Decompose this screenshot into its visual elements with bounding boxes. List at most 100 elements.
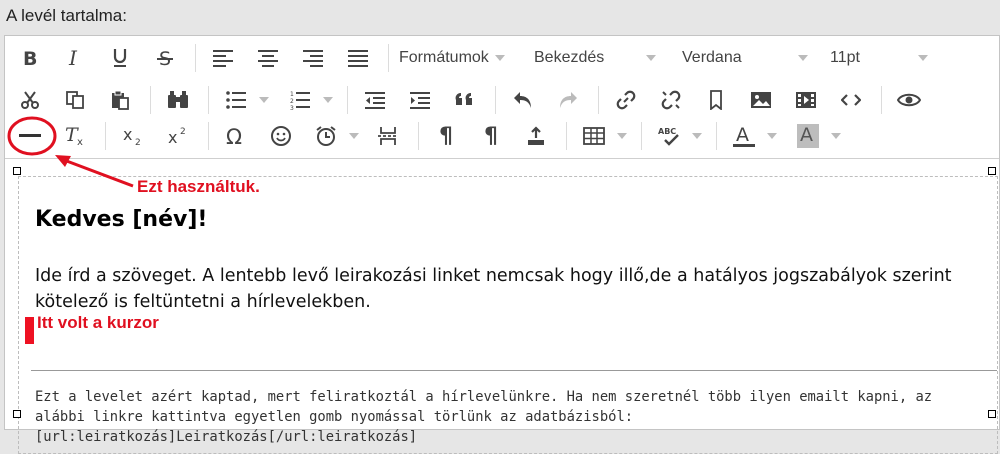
strikethrough-button[interactable]: S — [148, 42, 182, 74]
resize-handle-top-right[interactable] — [988, 167, 996, 175]
cursor-marker — [25, 317, 34, 344]
italic-icon: I — [68, 48, 78, 68]
toolbar-separator — [881, 86, 882, 114]
paragraph-dropdown[interactable]: Bekezdés — [534, 42, 682, 74]
resize-handle-top-left[interactable] — [13, 167, 21, 175]
subscript-button[interactable]: x2 — [116, 120, 150, 152]
chevron-down-icon[interactable] — [323, 97, 333, 103]
svg-text:x: x — [77, 137, 83, 146]
outdent-button[interactable] — [358, 84, 392, 116]
clipboard-icon — [112, 90, 129, 110]
horizontal-line-button[interactable] — [13, 120, 47, 152]
align-left-button[interactable] — [206, 42, 240, 74]
link-icon — [616, 90, 636, 110]
indent-button[interactable] — [403, 84, 437, 116]
font-family-dropdown[interactable]: Verdana — [682, 42, 830, 74]
pilcrow-icon: ¶ — [439, 123, 453, 149]
numbered-list-button[interactable]: 123 — [283, 84, 317, 116]
remove-link-button[interactable] — [654, 84, 688, 116]
spellcheck-icon: ABC — [658, 127, 679, 146]
toolbar-separator — [566, 122, 567, 150]
toolbar-row-3: Tx x2 x2 Ω ¶ ¶ ABC A A — [13, 118, 841, 154]
underline-button[interactable] — [103, 42, 137, 74]
code-icon — [841, 94, 861, 106]
scissors-icon — [21, 91, 39, 109]
background-color-button[interactable]: A — [791, 120, 825, 152]
redo-icon — [560, 92, 577, 108]
undo-icon — [514, 92, 531, 108]
bookmark-icon — [710, 90, 722, 110]
image-icon — [751, 92, 771, 108]
font-family-dropdown-label: Verdana — [682, 49, 742, 66]
svg-text:x: x — [168, 128, 177, 146]
text-color-glyph: A — [736, 124, 749, 146]
background-color-glyph: A — [800, 124, 813, 146]
cut-button[interactable] — [13, 84, 47, 116]
align-right-button[interactable] — [296, 42, 330, 74]
chevron-down-icon — [797, 55, 808, 61]
emoticons-button[interactable] — [264, 120, 298, 152]
superscript-button[interactable]: x2 — [161, 120, 195, 152]
resize-handle-bottom-right[interactable] — [988, 410, 996, 418]
chevron-down-icon[interactable] — [259, 97, 269, 103]
align-center-button[interactable] — [251, 42, 285, 74]
formats-dropdown-label: Formátumok — [399, 49, 489, 66]
toolbar-separator — [150, 86, 151, 114]
quote-icon — [455, 92, 472, 105]
resize-handle-bottom-left[interactable] — [13, 410, 21, 418]
formats-dropdown[interactable]: Formátumok — [399, 42, 534, 74]
editor-content-area[interactable]: Kedves [név]! Ide írd a szöveget. A lent… — [18, 176, 998, 454]
redo-button[interactable] — [551, 84, 585, 116]
numbered-list-icon: 123 — [290, 91, 310, 110]
bullet-list-icon — [226, 91, 246, 109]
italic-button[interactable]: I — [58, 42, 92, 74]
toolbar-row-2: 123 — [13, 82, 937, 118]
insert-image-button[interactable] — [744, 84, 778, 116]
greeting-heading: Kedves [név]! — [35, 207, 208, 232]
annotation-used-label: Ezt használtuk. — [137, 177, 260, 196]
chevron-down-icon[interactable] — [349, 133, 359, 139]
bullet-list-button[interactable] — [219, 84, 253, 116]
special-character-button[interactable]: Ω — [219, 120, 253, 152]
undo-button[interactable] — [506, 84, 540, 116]
eye-icon — [897, 93, 921, 107]
find-replace-button[interactable] — [161, 84, 195, 116]
bold-button[interactable]: B — [13, 42, 47, 74]
preview-button[interactable] — [892, 84, 926, 116]
font-size-dropdown[interactable]: 11pt — [830, 42, 940, 74]
chevron-down-icon[interactable] — [692, 133, 702, 139]
spellcheck-button[interactable]: ABC — [652, 120, 686, 152]
chevron-down-icon[interactable] — [617, 133, 627, 139]
align-left-icon — [213, 50, 233, 67]
show-blocks-button[interactable]: ¶ — [474, 120, 508, 152]
anchor-button[interactable] — [699, 84, 733, 116]
align-center-icon — [258, 50, 278, 67]
annotation-cursor-label: Itt volt a kurzor — [37, 313, 159, 332]
page-break-button[interactable] — [371, 120, 405, 152]
insert-media-button[interactable] — [789, 84, 823, 116]
show-invisible-chars-button[interactable]: ¶ — [429, 120, 463, 152]
toolbar-separator — [418, 122, 419, 150]
copy-icon — [66, 91, 84, 109]
insert-datetime-button[interactable] — [309, 120, 343, 152]
toolbar-separator — [495, 86, 496, 114]
source-code-button[interactable] — [834, 84, 868, 116]
text-color-icon: A — [733, 124, 755, 148]
editor-toolbar: B I S — [5, 36, 999, 159]
toolbar-separator — [716, 122, 717, 150]
chevron-down-icon[interactable] — [767, 133, 777, 139]
chevron-down-icon — [494, 55, 505, 61]
blockquote-button[interactable] — [448, 84, 482, 116]
chevron-down-icon[interactable] — [831, 133, 841, 139]
paste-button[interactable] — [103, 84, 137, 116]
pilcrow-icon: ¶ — [484, 123, 498, 149]
clear-formatting-button[interactable]: Tx — [58, 120, 92, 152]
text-color-button[interactable]: A — [727, 120, 761, 152]
align-justify-button[interactable] — [341, 42, 375, 74]
insert-table-button[interactable] — [577, 120, 611, 152]
svg-text:2: 2 — [135, 138, 141, 146]
alarm-clock-icon — [316, 126, 336, 146]
insert-link-button[interactable] — [609, 84, 643, 116]
insert-template-button[interactable] — [519, 120, 553, 152]
copy-button[interactable] — [58, 84, 92, 116]
